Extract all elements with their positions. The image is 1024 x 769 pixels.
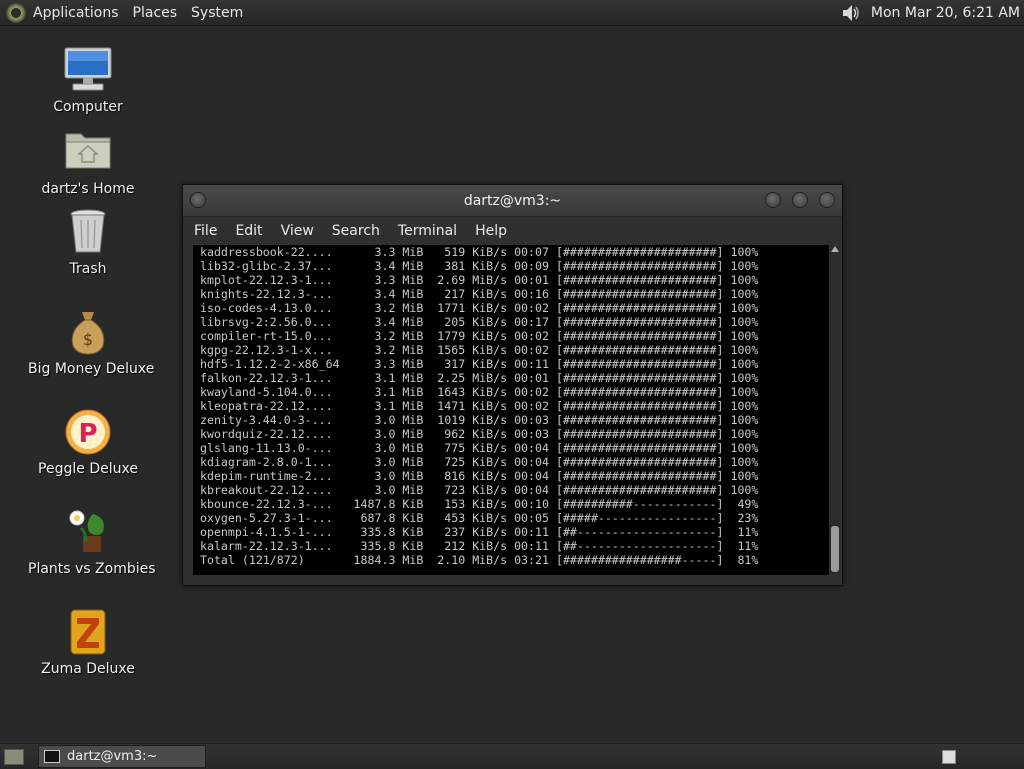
- distro-logo-icon[interactable]: [7, 3, 25, 22]
- terminal-output[interactable]: kaddressbook-22.... 3.3 MiB 519 KiB/s 00…: [193, 245, 829, 575]
- desktop-icon-peggle[interactable]: P Peggle Deluxe: [28, 408, 148, 477]
- desktop-icon-trash[interactable]: Trash: [28, 208, 148, 277]
- terminal-scrollbar[interactable]: [830, 246, 840, 574]
- bottom-panel: dartz@vm3:~: [0, 743, 1024, 769]
- terminal-line: Total (121/872) 1884.3 MiB 2.10 MiB/s 03…: [193, 553, 759, 567]
- terminal-line: oxygen-5.27.3-1-... 687.8 KiB 453 KiB/s …: [193, 511, 759, 525]
- terminal-line: kbreakout-22.12.... 3.0 MiB 723 KiB/s 00…: [193, 483, 759, 497]
- terminal-line: kwordquiz-22.12.... 3.0 MiB 962 KiB/s 00…: [193, 427, 759, 441]
- terminal-line: glslang-11.13.0-... 3.0 MiB 775 KiB/s 00…: [193, 441, 759, 455]
- terminal-line: openmpi-4.1.5-1-... 335.8 KiB 237 KiB/s …: [193, 525, 759, 539]
- volume-icon[interactable]: [841, 3, 863, 23]
- menu-edit[interactable]: Edit: [226, 223, 271, 239]
- terminal-line: kdepim-runtime-2... 3.0 MiB 816 KiB/s 00…: [193, 469, 759, 483]
- terminal-line: compiler-rt-15.0... 3.2 MiB 1779 KiB/s 0…: [193, 329, 759, 343]
- top-panel: Applications Places System Mon Mar 20, 6…: [0, 0, 1024, 26]
- terminal-line: kbounce-22.12.3-... 1487.8 KiB 153 KiB/s…: [193, 497, 759, 511]
- taskbar-terminal-button[interactable]: dartz@vm3:~: [38, 745, 206, 768]
- menu-system[interactable]: System: [189, 5, 251, 21]
- terminal-line: falkon-22.12.3-1... 3.1 MiB 2.25 MiB/s 0…: [193, 371, 759, 385]
- terminal-line: kaddressbook-22.... 3.3 MiB 519 KiB/s 00…: [193, 245, 759, 259]
- terminal-line: kalarm-22.12.3-1... 335.8 KiB 212 KiB/s …: [193, 539, 759, 553]
- home-folder-icon: [63, 128, 113, 176]
- terminal-line: iso-codes-4.13.0... 3.2 MiB 1771 KiB/s 0…: [193, 301, 759, 315]
- terminal-line: librsvg-2:2.56.0... 3.4 MiB 205 KiB/s 00…: [193, 315, 759, 329]
- terminal-window[interactable]: dartz@vm3:~ File Edit View Search Termin…: [182, 184, 843, 586]
- terminal-line: kdiagram-2.8.0-1... 3.0 MiB 725 KiB/s 00…: [193, 455, 759, 469]
- svg-text:$: $: [83, 330, 93, 349]
- terminal-icon: [44, 750, 60, 763]
- desktop-icon-home[interactable]: dartz's Home: [28, 128, 148, 197]
- window-menu-icon[interactable]: [191, 193, 205, 207]
- show-desktop-icon[interactable]: [4, 748, 24, 765]
- menu-applications[interactable]: Applications: [31, 5, 127, 21]
- terminal-line: kwayland-5.104.0... 3.1 MiB 1643 KiB/s 0…: [193, 385, 759, 399]
- terminal-line: lib32-glibc-2.37... 3.4 MiB 381 KiB/s 00…: [193, 259, 759, 273]
- desktop-icon-plants-vs-zombies[interactable]: Plants vs Zombies: [28, 508, 156, 577]
- terminal-line: kgpg-22.12.3-1-x... 3.2 MiB 1565 KiB/s 0…: [193, 343, 759, 357]
- terminal-line: hdf5-1.12.2-2-x86_64 3.3 MiB 317 KiB/s 0…: [193, 357, 759, 371]
- terminal-line: knights-22.12.3-... 3.4 MiB 217 KiB/s 00…: [193, 287, 759, 301]
- menu-file[interactable]: File: [185, 223, 226, 239]
- window-titlebar[interactable]: dartz@vm3:~: [183, 185, 842, 217]
- maximize-icon[interactable]: [793, 193, 807, 207]
- desktop-icon-big-money[interactable]: $ Big Money Deluxe: [28, 308, 154, 377]
- scroll-thumb[interactable]: [831, 526, 839, 572]
- terminal-line: kmplot-22.12.3-1... 3.3 MiB 2.69 MiB/s 0…: [193, 273, 759, 287]
- terminal-menubar: File Edit View Search Terminal Help: [183, 217, 842, 245]
- trash-icon: [63, 208, 113, 256]
- menu-search[interactable]: Search: [323, 223, 389, 239]
- clock[interactable]: Mon Mar 20, 6:21 AM: [871, 5, 1020, 21]
- desktop-icon-computer[interactable]: Computer: [28, 46, 148, 115]
- menu-help[interactable]: Help: [466, 223, 516, 239]
- window-title: dartz@vm3:~: [463, 192, 562, 209]
- terminal-text: kaddressbook-22.... 3.3 MiB 519 KiB/s 00…: [193, 245, 758, 567]
- computer-icon: [63, 46, 113, 94]
- plants-icon: [63, 508, 113, 556]
- close-icon[interactable]: [820, 193, 834, 207]
- peggle-icon: P: [63, 408, 113, 456]
- svg-text:P: P: [78, 419, 97, 449]
- scroll-up-arrow-icon[interactable]: [831, 246, 839, 252]
- desktop-icon-zuma[interactable]: Zuma Deluxe: [28, 608, 148, 677]
- money-bag-icon: $: [63, 308, 113, 356]
- menu-view[interactable]: View: [272, 223, 323, 239]
- zuma-icon: [63, 608, 113, 656]
- workspace-switcher-icon[interactable]: [942, 749, 956, 764]
- menu-places[interactable]: Places: [131, 5, 186, 21]
- terminal-line: kleopatra-22.12.... 3.1 MiB 1471 KiB/s 0…: [193, 399, 759, 413]
- taskbar-terminal-label: dartz@vm3:~: [67, 749, 158, 764]
- menu-terminal[interactable]: Terminal: [389, 223, 466, 239]
- minimize-icon[interactable]: [766, 193, 780, 207]
- terminal-line: zenity-3.44.0-3-... 3.0 MiB 1019 KiB/s 0…: [193, 413, 759, 427]
